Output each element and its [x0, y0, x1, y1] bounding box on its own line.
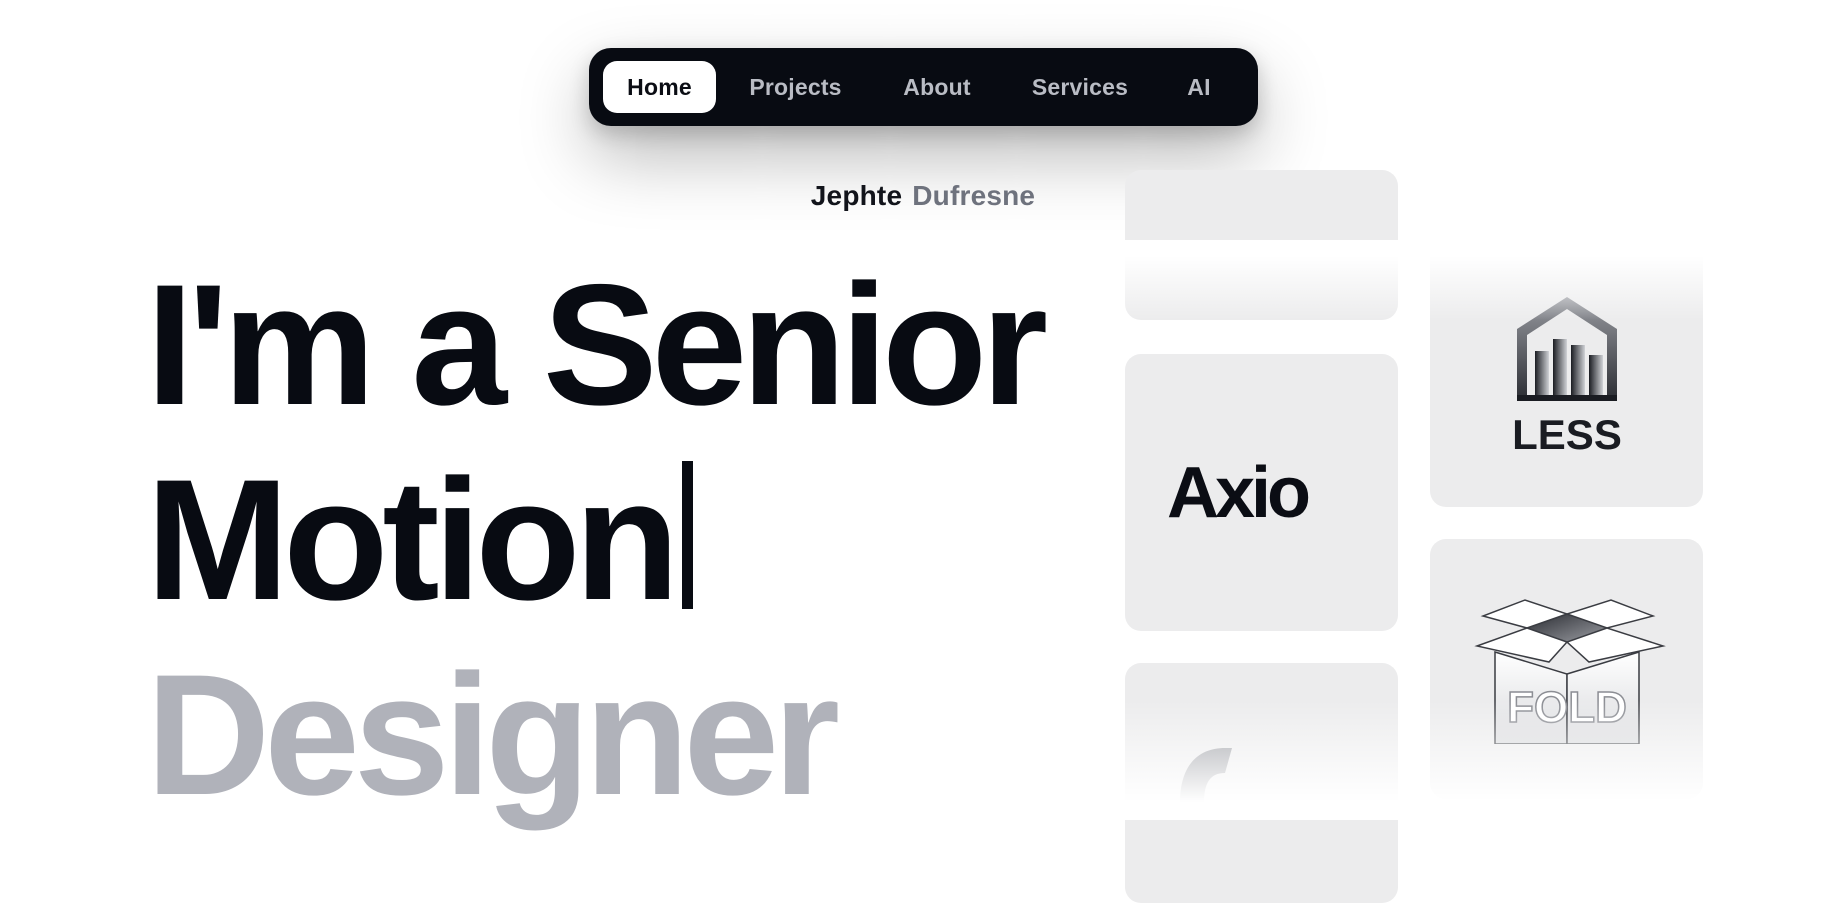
headline-line-2: Motion	[146, 444, 680, 636]
first-name: Jephte	[810, 180, 903, 211]
grid-fade-top	[1100, 240, 1740, 320]
main-nav: Home Projects About Services AI	[589, 48, 1258, 126]
headline-line-3: Designer	[146, 639, 840, 831]
last-name: Dufresne	[912, 180, 1036, 211]
site-owner-name: Jephte Dufresne	[0, 180, 1846, 212]
logo-card-axio[interactable]: Axio	[1125, 354, 1398, 631]
axio-logo-text: Axio	[1167, 453, 1309, 533]
axio-logo-icon: Axio	[1167, 453, 1313, 533]
nav-home[interactable]: Home	[603, 61, 716, 113]
less-logo-text: LESS	[1512, 411, 1622, 458]
grid-fade-bottom	[1100, 700, 1740, 820]
nav-about[interactable]: About	[869, 61, 1005, 113]
headline-line-1: I'm a Senior	[146, 249, 1048, 441]
nav-ai[interactable]: AI	[1155, 61, 1243, 113]
hero-headline: I'm a Senior Motion Designer	[146, 248, 1048, 833]
nav-services[interactable]: Services	[1005, 61, 1155, 113]
headline-line-2-wrap: Motion	[146, 443, 1042, 638]
nav-projects[interactable]: Projects	[722, 61, 869, 113]
typing-cursor	[681, 461, 693, 609]
